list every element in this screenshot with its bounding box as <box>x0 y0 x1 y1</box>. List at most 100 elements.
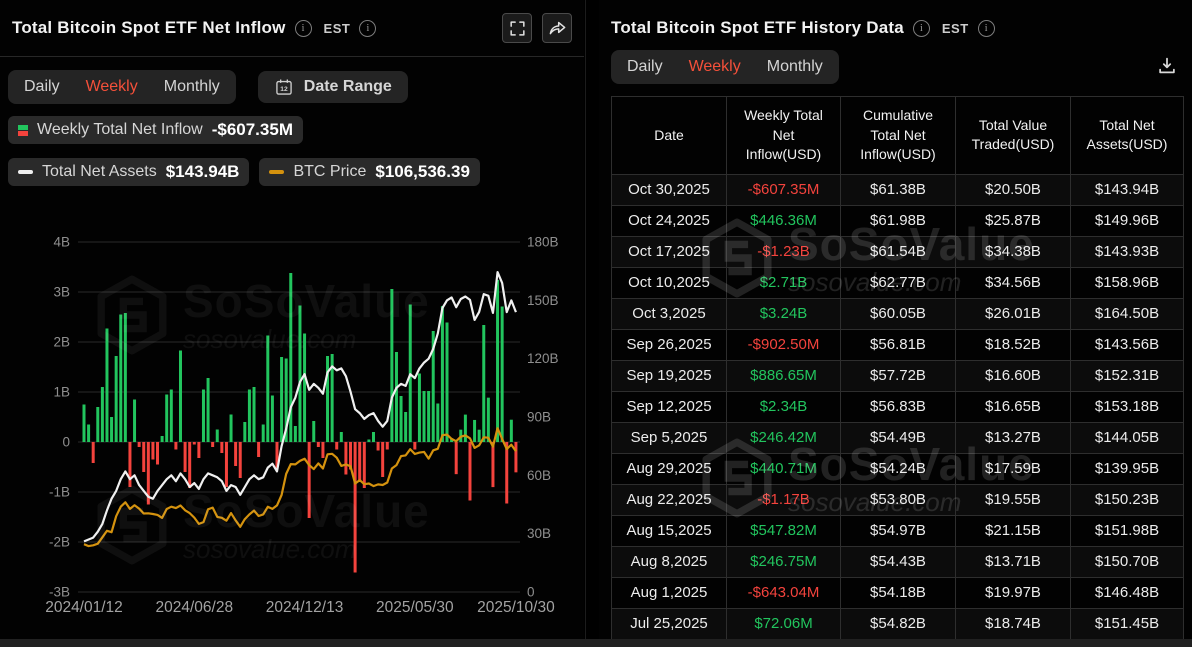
tab-weekly[interactable]: Weekly <box>86 78 138 96</box>
cell-weekly-inflow: $2.34B <box>726 390 841 423</box>
cell-weekly-inflow: -$643.04M <box>726 576 841 609</box>
share-button[interactable] <box>542 13 572 43</box>
info-icon[interactable]: i <box>294 19 312 37</box>
legend-value: $106,536.39 <box>375 162 470 181</box>
download-button[interactable] <box>1154 53 1180 82</box>
cell-date: Oct 24,2025 <box>611 204 727 237</box>
inflow-bar <box>436 403 440 442</box>
inflow-bar <box>371 432 375 442</box>
cell-value-traded: $16.60B <box>955 359 1071 392</box>
inflow-bar <box>160 436 164 442</box>
x-axis-tick: 2024/12/13 <box>266 599 344 616</box>
table-row: Jul 25,2025 $72.06M $54.82B $18.74B $151.45B <box>611 607 1184 640</box>
tab-weekly[interactable]: Weekly <box>689 58 741 76</box>
cell-weekly-inflow: -$1.17B <box>726 483 841 516</box>
cell-value-traded: $21.15B <box>955 514 1071 547</box>
inflow-bar <box>496 280 500 442</box>
cell-cumulative-inflow: $54.18B <box>840 576 956 609</box>
inflow-bar <box>326 356 330 442</box>
table-row: Oct 10,2025 $2.71B $62.77B $34.56B $158.96B <box>611 266 1184 299</box>
panel-divider <box>585 0 586 639</box>
right-axis-tick: 0 <box>527 585 535 600</box>
cell-date: Oct 30,2025 <box>611 173 727 206</box>
cell-net-assets: $143.56B <box>1070 328 1184 361</box>
cell-value-traded: $13.71B <box>955 545 1071 578</box>
inflow-bar <box>445 322 449 442</box>
cell-date: Aug 29,2025 <box>611 452 727 485</box>
tab-daily[interactable]: Daily <box>24 78 60 96</box>
table-row: Aug 29,2025 $440.71M $54.24B $17.59B $139.95… <box>611 452 1184 485</box>
inflow-bar <box>413 442 417 450</box>
legend-weekly-total-net-inflow[interactable]: Weekly Total Net Inflow -$607.35M <box>8 116 303 144</box>
page-title: Total Bitcoin Spot ETF History Data <box>611 18 904 37</box>
table-controls: Daily Weekly Monthly <box>611 50 1180 84</box>
inflow-bar <box>454 442 458 475</box>
inflow-bar <box>234 442 238 466</box>
legend-btc-price[interactable]: BTC Price $106,536.39 <box>259 158 480 186</box>
cell-date: Sep 19,2025 <box>611 359 727 392</box>
cell-net-assets: $146.48B <box>1070 576 1184 609</box>
table-row: Oct 30,2025 -$607.35M $61.38B $20.50B $143.9… <box>611 173 1184 206</box>
cell-date: Sep 12,2025 <box>611 390 727 423</box>
tab-monthly[interactable]: Monthly <box>164 78 220 96</box>
col-header-weekly-inflow: Weekly Total Net Inflow(USD) <box>726 96 841 175</box>
inflow-bar <box>307 442 311 518</box>
cell-value-traded: $34.38B <box>955 235 1071 268</box>
inflow-bar <box>316 442 320 447</box>
info-icon[interactable]: i <box>912 19 930 37</box>
inflow-bar <box>91 442 95 463</box>
col-header-value-traded: Total Value Traded(USD) <box>955 96 1071 175</box>
inflow-bar <box>178 350 182 442</box>
cell-cumulative-inflow: $54.24B <box>840 452 956 485</box>
tab-daily[interactable]: Daily <box>627 58 663 76</box>
inflow-chart[interactable]: 4B 3B 2B 1B 0 -1B -2B -3B 180B 150B 120B 90B 60B 30B 0… <box>0 198 584 626</box>
inflow-bar <box>298 305 302 442</box>
cell-value-traded: $25.87B <box>955 204 1071 237</box>
inflow-bar <box>192 442 196 445</box>
legend-value: $143.94B <box>165 162 240 181</box>
inflow-bar <box>156 442 160 465</box>
inflow-bar <box>303 333 307 442</box>
table-row: Aug 22,2025 -$1.17B $53.80B $19.55B $150.23B <box>611 483 1184 516</box>
cell-net-assets: $164.50B <box>1070 297 1184 330</box>
inflow-bar <box>440 306 444 442</box>
date-range-button[interactable]: 12 Date Range <box>257 71 408 103</box>
col-header-net-assets: Total Net Assets(USD) <box>1070 96 1184 175</box>
table-row: Sep 5,2025 $246.42M $54.49B $13.27B $144.05B <box>611 421 1184 454</box>
inflow-bar <box>261 424 265 442</box>
inflow-bar <box>335 442 339 450</box>
table-row: Sep 26,2025 -$902.50M $56.81B $18.52B $143.5… <box>611 328 1184 361</box>
legend-total-net-assets[interactable]: Total Net Assets $143.94B <box>8 158 250 186</box>
inflow-bar <box>270 395 274 442</box>
cell-value-traded: $13.27B <box>955 421 1071 454</box>
cell-date: Oct 3,2025 <box>611 297 727 330</box>
table-row: Aug 8,2025 $246.75M $54.43B $13.71B $150.70B <box>611 545 1184 578</box>
inflow-bar <box>243 422 247 442</box>
inflow-bar <box>197 442 201 458</box>
orange-line-marker-icon <box>269 170 285 174</box>
inflow-bar <box>486 397 490 442</box>
inflow-bar <box>353 442 357 573</box>
inflow-bar <box>509 419 513 442</box>
legend-label: BTC Price <box>293 163 367 180</box>
history-data-panel: Total Bitcoin Spot ETF History Data i ES… <box>599 0 1192 640</box>
left-axis-tick: 0 <box>62 435 70 450</box>
cell-weekly-inflow: $547.82M <box>726 514 841 547</box>
cell-weekly-inflow: $886.65M <box>726 359 841 392</box>
table-row: Sep 19,2025 $886.65M $57.72B $16.60B $152.31… <box>611 359 1184 392</box>
info-icon[interactable]: i <box>977 19 995 37</box>
inflow-bar <box>399 396 403 442</box>
net-inflow-header: Total Bitcoin Spot ETF Net Inflow i EST … <box>0 0 584 57</box>
horizontal-scrollbar[interactable] <box>0 639 1192 647</box>
fullscreen-button[interactable] <box>502 13 532 43</box>
cell-cumulative-inflow: $61.54B <box>840 235 956 268</box>
inflow-bar <box>404 412 408 442</box>
table-row: Aug 1,2025 -$643.04M $54.18B $19.97B $146.48… <box>611 576 1184 609</box>
calendar-icon: 12 <box>276 79 292 95</box>
info-icon[interactable]: i <box>359 19 377 37</box>
right-axis-tick: 120B <box>527 351 559 366</box>
period-tabs: Daily Weekly Monthly <box>8 70 236 104</box>
tab-monthly[interactable]: Monthly <box>767 58 823 76</box>
cell-net-assets: $152.31B <box>1070 359 1184 392</box>
cell-cumulative-inflow: $60.05B <box>840 297 956 330</box>
